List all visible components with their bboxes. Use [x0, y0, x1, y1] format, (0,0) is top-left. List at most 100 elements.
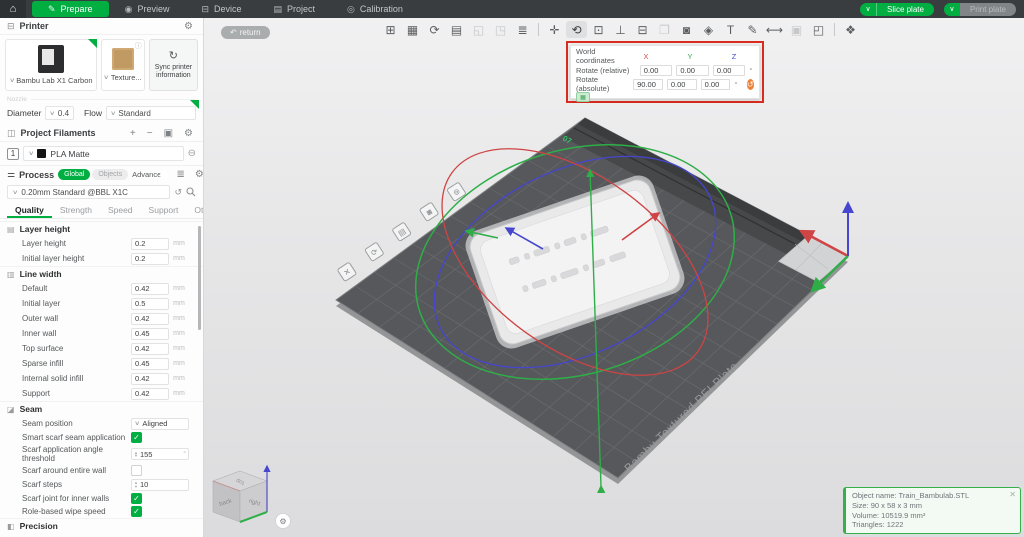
- param-checkbox[interactable]: ✓: [131, 506, 142, 517]
- add-filament-icon[interactable]: +: [127, 128, 139, 139]
- viewport-3d[interactable]: 07 Bambu Textured PEI Plate ✕⟳▤◙⊚: [204, 18, 1024, 537]
- rotate-icon[interactable]: ⟲: [566, 21, 587, 38]
- cut-icon[interactable]: ⊟: [632, 21, 653, 38]
- param-checkbox[interactable]: ✓: [131, 493, 142, 504]
- printer-select[interactable]: ∨ Bambu Lab X1 Carbon: [5, 39, 97, 91]
- world-axes-button[interactable]: ⚙: [276, 514, 291, 529]
- param-input[interactable]: 0.42: [131, 343, 169, 355]
- reset-preset-icon[interactable]: ↺: [174, 187, 182, 198]
- tab-quality[interactable]: Quality: [7, 203, 52, 218]
- param-select[interactable]: ∨Aligned: [131, 418, 189, 430]
- param-input[interactable]: 0.45: [131, 328, 169, 340]
- filament-select[interactable]: ∨ PLA Matte: [23, 146, 184, 161]
- param-row: Layer height0.2mm: [0, 236, 203, 251]
- sidebar-scrollbar[interactable]: [198, 226, 201, 330]
- coords-table-icon[interactable]: ▦: [576, 92, 590, 102]
- auto-orient-icon[interactable]: ⟳: [424, 21, 445, 38]
- select-frame-icon[interactable]: ◰: [808, 21, 829, 38]
- global-tab[interactable]: Global: [58, 169, 90, 180]
- param-input[interactable]: 0.42: [131, 313, 169, 325]
- param-input[interactable]: 0.42: [131, 388, 169, 400]
- orient-plate-icon[interactable]: ⟳: [365, 242, 384, 261]
- tab-support[interactable]: Support: [141, 203, 187, 218]
- param-row: Scarf application angle threshold▲▼155°: [0, 444, 203, 464]
- param-spinner[interactable]: ▲▼10: [131, 479, 189, 491]
- process-preset-select[interactable]: ∨ 0.20mm Standard @BBL X1C: [7, 185, 170, 199]
- tab-strength[interactable]: Strength: [52, 203, 100, 218]
- coords-input[interactable]: 0.00: [701, 79, 731, 90]
- filament-settings-icon[interactable]: ⚙: [181, 128, 196, 139]
- print-dropdown-icon[interactable]: ∨: [944, 3, 960, 16]
- param-input[interactable]: 0.42: [131, 283, 169, 295]
- param-input[interactable]: 0.45: [131, 358, 169, 370]
- scale-icon[interactable]: ⊡: [588, 21, 609, 38]
- tab-preview[interactable]: ◉Preview: [109, 1, 186, 17]
- param-input[interactable]: 0.42: [131, 373, 169, 385]
- delete-filament-icon[interactable]: ⊖: [188, 148, 196, 159]
- reset-rotation-icon[interactable]: ↺: [747, 79, 754, 90]
- param-input[interactable]: 0.2: [131, 253, 169, 265]
- tab-others[interactable]: Others: [186, 203, 204, 218]
- tab-speed[interactable]: Speed: [100, 203, 141, 218]
- process-list-icon[interactable]: ≣: [173, 169, 187, 180]
- spinner-arrows-icon[interactable]: ▲▼: [134, 481, 138, 488]
- process-title: Process: [19, 170, 54, 180]
- param-checkbox[interactable]: [131, 465, 142, 476]
- param-input[interactable]: 0.2: [131, 238, 169, 250]
- coords-input[interactable]: 0.00: [676, 65, 709, 76]
- section-header[interactable]: ◧Precision: [0, 518, 203, 533]
- slice-plate-button[interactable]: ∨ Slice plate: [860, 3, 934, 16]
- add-text-icon[interactable]: T: [720, 21, 741, 38]
- diameter-select[interactable]: ∨ 0.4: [45, 106, 74, 120]
- plate-settings-icon[interactable]: ▤: [392, 222, 411, 241]
- close-icon[interactable]: ✕: [1009, 490, 1016, 500]
- variable-layer-height-icon[interactable]: ≣: [512, 21, 533, 38]
- assembly-icon: ▣: [786, 21, 807, 38]
- add-model-icon[interactable]: ⊞: [380, 21, 401, 38]
- delete-plate-icon[interactable]: ✕: [337, 262, 356, 281]
- section-header[interactable]: ◪Seam: [0, 401, 203, 416]
- add-plate-icon[interactable]: ▦: [402, 21, 423, 38]
- remove-filament-icon[interactable]: −: [144, 128, 156, 139]
- print-plate-button[interactable]: ∨ Print plate: [944, 3, 1016, 16]
- tab-calibration[interactable]: ◎Calibration: [331, 1, 419, 17]
- coords-input[interactable]: 0.00: [640, 65, 673, 76]
- section-header[interactable]: ▤Layer height: [0, 221, 203, 236]
- measure-icon[interactable]: ⟷: [764, 21, 785, 38]
- topbar: ⌂ ✎Prepare◉Preview⊟Device▤Project◎Calibr…: [0, 0, 1024, 18]
- coords-input[interactable]: 90.00: [633, 79, 663, 90]
- return-button[interactable]: ↶ return: [221, 26, 270, 39]
- plate-type-select[interactable]: ⓘ ∨ Texture...: [101, 39, 144, 91]
- coords-input[interactable]: 0.00: [713, 65, 746, 76]
- printer-settings-icon[interactable]: ⚙: [181, 21, 196, 32]
- tab-project[interactable]: ▤Project: [258, 1, 332, 17]
- sync-printer-button[interactable]: ↻ Sync printer information: [149, 39, 198, 91]
- paint-icon[interactable]: ✎: [742, 21, 763, 38]
- tab-device[interactable]: ⊟Device: [185, 1, 257, 17]
- flow-select[interactable]: ∨ Standard: [106, 106, 196, 120]
- search-icon[interactable]: [186, 187, 196, 197]
- assembly-view-icon[interactable]: ❖: [840, 21, 861, 38]
- tab-prepare[interactable]: ✎Prepare: [32, 1, 109, 17]
- chevron-down-icon: ∨: [104, 74, 110, 81]
- place-on-face-icon[interactable]: ⊥: [610, 21, 631, 38]
- process-tools-icon[interactable]: ⚙: [192, 169, 204, 180]
- primitive-icon[interactable]: ◈: [698, 21, 719, 38]
- mesh-boolean-icon[interactable]: ◙: [676, 21, 697, 38]
- coords-input[interactable]: 0.00: [667, 79, 697, 90]
- sync-ams-icon[interactable]: ▣: [161, 128, 176, 139]
- section-header[interactable]: ▥Line width: [0, 266, 203, 281]
- param-spinner[interactable]: ▲▼155°: [131, 448, 189, 460]
- lock-plate-icon[interactable]: ◙: [419, 202, 438, 221]
- objects-tab[interactable]: Objects: [92, 169, 128, 180]
- arrange-icon[interactable]: ▤: [446, 21, 467, 38]
- home-button[interactable]: ⌂: [0, 0, 26, 18]
- param-input[interactable]: 0.5: [131, 298, 169, 310]
- view-cube[interactable]: back right top: [213, 466, 267, 522]
- spinner-arrows-icon[interactable]: ▲▼: [134, 451, 138, 458]
- slice-dropdown-icon[interactable]: ∨: [860, 3, 876, 16]
- move-icon[interactable]: ✛: [544, 21, 565, 38]
- process-row: ⚌ Process Global Objects Advanced ≣ ⚙: [0, 165, 203, 183]
- topbar-actions: ∨ Slice plate ∨ Print plate: [860, 3, 1016, 16]
- param-checkbox[interactable]: ✓: [131, 432, 142, 443]
